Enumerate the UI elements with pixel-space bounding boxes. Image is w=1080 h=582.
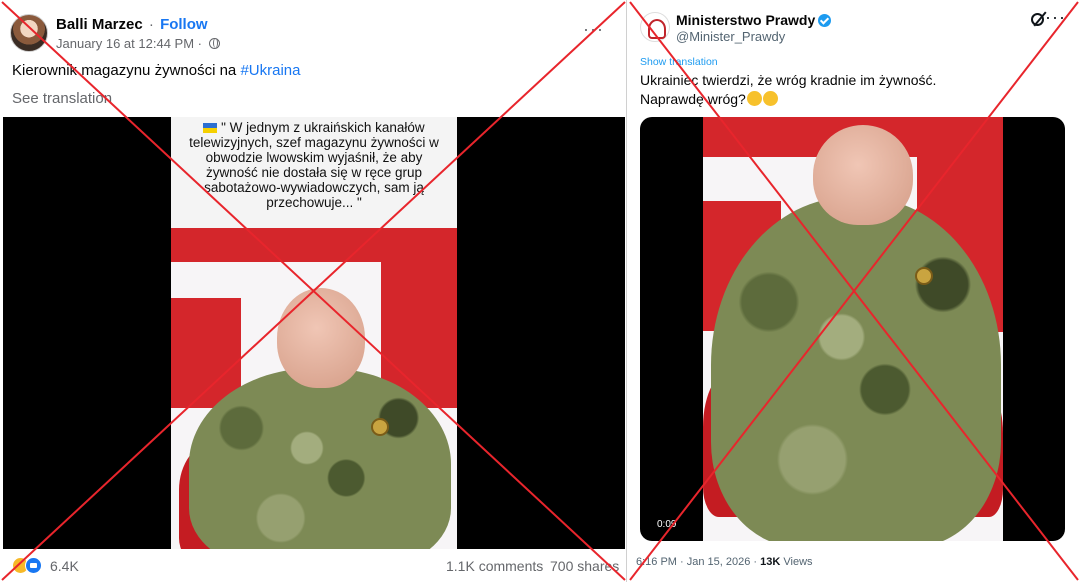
ukraine-flag-icon [203,123,218,133]
timestamp-separator: · [197,36,202,51]
video-scene [171,228,457,549]
verified-icon [818,14,832,27]
post-text: Kierownik magazynu żywności na #Ukraina [12,62,300,79]
more-options-icon[interactable]: ··· [583,20,604,38]
post-text-line2: Naprawdę wróg? [640,91,778,107]
post-timestamp[interactable]: January 16 at 12:44 PM [56,36,194,51]
reaction-count[interactable]: 6.4K [50,558,79,574]
engagement-bar: 6.4K 1.1K comments 700 shares [10,556,620,576]
x-post: Ministerstwo Prawdy @Minister_Prawdy ···… [628,0,1080,582]
thinking-emoji-icon [746,91,762,106]
see-translation-link[interactable]: See translation [12,90,112,107]
author-line: Balli Marzec · Follow [56,16,208,33]
reactions[interactable] [12,557,46,575]
user-handle[interactable]: @Minister_Prawdy [676,29,785,44]
video-frame: " W jednym z ukraińskich kanałów telewiz… [171,117,457,549]
post-video[interactable]: 0:09 [640,117,1065,541]
shares-count[interactable]: 700 shares [550,558,619,574]
post-meta: January 16 at 12:44 PM · [56,36,220,51]
like-reaction-icon [25,557,42,574]
avatar[interactable] [10,14,48,52]
more-options-icon[interactable]: ··· [1045,8,1066,26]
video-duration: 0:09 [654,518,680,531]
comments-count[interactable]: 1.1K comments [446,558,543,574]
author-line: Ministerstwo Prawdy [676,12,832,28]
globe-icon [208,38,220,49]
author-name[interactable]: Balli Marzec [56,16,143,33]
hashtag-link[interactable]: #Ukraina [240,62,300,79]
smirk-emoji-icon [762,91,778,106]
views-label: Views [783,556,813,568]
post-video[interactable]: " W jednym z ukraińskich kanałów telewiz… [3,117,625,549]
person [189,368,451,549]
show-translation-link[interactable]: Show translation [640,56,718,68]
post-timestamp[interactable]: 6:16 PM · Jan 15, 2026 · [636,556,757,568]
video-caption-text: " W jednym z ukraińskich kanałów telewiz… [189,120,439,210]
follow-button[interactable]: Follow [160,16,208,33]
grok-icon[interactable] [1031,13,1044,26]
video-caption: " W jednym z ukraińskich kanałów telewiz… [171,117,457,228]
post-footer: 6:16 PM · Jan 15, 2026 · 13K Views [636,556,813,568]
display-name[interactable]: Ministerstwo Prawdy [676,12,815,28]
facebook-post: Balli Marzec · Follow January 16 at 12:4… [0,0,627,582]
post-header: Balli Marzec · Follow January 16 at 12:4… [10,14,610,54]
post-text-body: Kierownik magazynu żywności na [12,62,241,79]
post-text-line1: Ukrainiec twierdzi, że wróg kradnie im ż… [640,72,937,88]
views-count: 13K [760,556,781,568]
avatar[interactable] [640,12,670,42]
person [711,197,1001,541]
separator-dot: · [148,16,154,33]
video-scene [703,117,1003,541]
post-text-line2-body: Naprawdę wróg? [640,91,746,107]
